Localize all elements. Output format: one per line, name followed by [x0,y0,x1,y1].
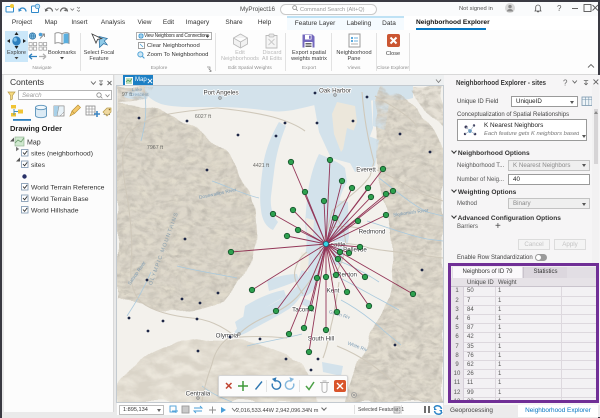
svg-text:sites (neighborhood): sites (neighborhood) [31,151,93,158]
svg-text:Olympia: Olympia [216,333,239,340]
svg-text:World Hillshade: World Hillshade [31,208,79,215]
svg-text:4421 ft: 4421 ft [253,163,270,169]
svg-text:?: ? [563,79,568,88]
svg-text:7967 ft: 7967 ft [147,145,164,151]
svg-text:World Terrain Base: World Terrain Base [31,196,89,203]
svg-text:World Terrain Reference: World Terrain Reference [31,185,105,192]
svg-text:Port Angeles: Port Angeles [203,90,238,97]
svg-text:6027 ft: 6027 ft [195,114,212,120]
svg-text:Crescent: Crescent [129,92,149,98]
svg-text:sites: sites [31,162,46,169]
svg-text:Redmond: Redmond [359,229,386,236]
svg-text:Everett: Everett [356,167,376,174]
svg-text:Map: Map [27,140,41,147]
svg-text:?: ? [557,4,562,13]
